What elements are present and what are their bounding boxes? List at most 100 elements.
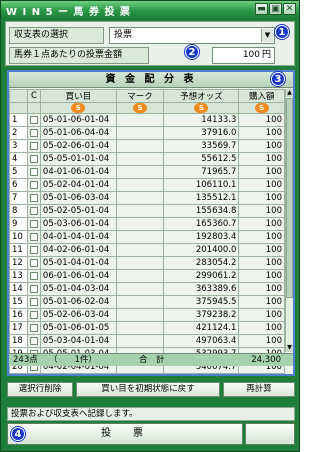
col-buy[interactable]: 買い目 [39, 89, 117, 103]
col-amount[interactable]: 購入額 [238, 89, 285, 103]
table-row[interactable]: 12 05-01-04-01-04 283054.2 100 [9, 256, 285, 270]
close-button[interactable]: ✕ [283, 3, 296, 15]
row-check[interactable] [26, 152, 41, 166]
table-row[interactable]: 11 04-02-06-01-04 201400.0 100 [9, 243, 285, 257]
row-check[interactable] [26, 321, 41, 335]
table-row[interactable]: 5 04-01-06-01-04 71965.7 100 [9, 165, 285, 179]
row-checkbox[interactable] [29, 167, 38, 176]
recalc-button[interactable]: 再計算 [223, 382, 295, 397]
row-check[interactable] [26, 295, 41, 309]
minimize-button[interactable]: ▬ [255, 3, 268, 15]
table-row[interactable]: 4 05-05-01-01-04 55612.5 100 [9, 152, 285, 166]
row-odds: 299061.2 [163, 269, 240, 283]
delete-rows-button[interactable]: 選択行削除 [7, 382, 73, 397]
row-amount[interactable]: 100 [238, 243, 285, 257]
sort-odds-button[interactable]: S [194, 103, 209, 113]
row-checkbox[interactable] [29, 141, 38, 150]
scroll-up-icon[interactable]: ▲ [286, 89, 293, 97]
row-checkbox[interactable] [29, 154, 38, 163]
sort-mark-button[interactable]: S [133, 103, 148, 113]
scroll-thumb[interactable] [286, 98, 293, 298]
row-amount[interactable]: 100 [238, 113, 285, 127]
row-amount[interactable]: 100 [238, 256, 285, 270]
row-check[interactable] [26, 243, 41, 257]
table-row[interactable]: 13 06-01-06-01-04 299061.2 100 [9, 269, 285, 283]
chevron-down-icon[interactable]: ▼ [261, 29, 273, 42]
row-checkbox[interactable] [29, 232, 38, 241]
col-odds[interactable]: 予想オッズ [163, 89, 240, 103]
row-checkbox[interactable] [29, 115, 38, 124]
vote-button[interactable]: 投 票 [7, 423, 243, 445]
row-check[interactable] [26, 308, 41, 322]
row-checkbox[interactable] [29, 271, 38, 280]
table-row[interactable]: 1 05-01-06-01-04 14133.3 100 [9, 113, 285, 127]
table-row[interactable]: 10 04-01-04-01-04 192803.4 100 [9, 230, 285, 244]
row-check[interactable] [26, 191, 41, 205]
row-checkbox[interactable] [29, 310, 38, 319]
row-amount[interactable]: 100 [238, 230, 285, 244]
status-message: 投票および収支表へ記録します。 [7, 407, 295, 421]
table-row[interactable]: 14 05-01-04-03-04 363389.6 100 [9, 282, 285, 296]
row-check[interactable] [26, 126, 41, 140]
row-checkbox[interactable] [29, 258, 38, 267]
table-row[interactable]: 8 05-02-05-01-04 155634.8 100 [9, 204, 285, 218]
row-amount[interactable]: 100 [238, 269, 285, 283]
scroll-down-icon[interactable]: ▼ [286, 344, 293, 352]
reset-buy-button[interactable]: 買い目を初期状態に戻す [76, 382, 220, 397]
row-check[interactable] [26, 230, 41, 244]
type-select[interactable]: 投票 ▼ [109, 27, 275, 44]
sort-amount-button[interactable]: S [254, 103, 269, 113]
row-checkbox[interactable] [29, 206, 38, 215]
row-check[interactable] [26, 113, 41, 127]
row-amount[interactable]: 100 [238, 321, 285, 335]
row-amount[interactable]: 100 [238, 204, 285, 218]
secondary-button[interactable] [245, 423, 295, 445]
row-amount[interactable]: 100 [238, 334, 285, 348]
row-checkbox[interactable] [29, 128, 38, 137]
row-checkbox[interactable] [29, 180, 38, 189]
table-row[interactable]: 15 05-01-06-02-04 375945.5 100 [9, 295, 285, 309]
maximize-button[interactable]: ▣ [269, 3, 282, 15]
row-amount[interactable]: 100 [238, 191, 285, 205]
table-row[interactable]: 3 05-02-06-01-04 33569.7 100 [9, 139, 285, 153]
table-row[interactable]: 9 05-03-06-01-04 165360.7 100 [9, 217, 285, 231]
col-mark[interactable]: マーク [115, 89, 165, 103]
table-row[interactable]: 18 05-03-04-01-04 497063.4 100 [9, 334, 285, 348]
table-row[interactable]: 2 05-01-06-04-04 37916.0 100 [9, 126, 285, 140]
grid-scrollbar[interactable]: ▲ ▼ [285, 89, 293, 352]
row-checkbox[interactable] [29, 323, 38, 332]
row-checkbox[interactable] [29, 336, 38, 345]
row-amount[interactable]: 100 [238, 139, 285, 153]
row-checkbox[interactable] [29, 219, 38, 228]
row-amount[interactable]: 100 [238, 282, 285, 296]
row-check[interactable] [26, 204, 41, 218]
row-check[interactable] [26, 139, 41, 153]
row-check[interactable] [26, 217, 41, 231]
row-amount[interactable]: 100 [238, 165, 285, 179]
row-check[interactable] [26, 269, 41, 283]
row-checkbox[interactable] [29, 284, 38, 293]
row-amount[interactable]: 100 [238, 217, 285, 231]
row-amount[interactable]: 100 [238, 178, 285, 192]
row-checkbox[interactable] [29, 193, 38, 202]
table-row[interactable]: 7 05-01-06-03-04 135512.1 100 [9, 191, 285, 205]
row-check[interactable] [26, 256, 41, 270]
row-check[interactable] [26, 282, 41, 296]
table-row[interactable]: 16 05-02-06-03-04 379238.2 100 [9, 308, 285, 322]
row-amount[interactable]: 100 [238, 126, 285, 140]
row-mark [115, 308, 165, 322]
row-amount[interactable]: 100 [238, 295, 285, 309]
row-amount[interactable]: 100 [238, 152, 285, 166]
sort-buy-button[interactable]: S [71, 103, 86, 113]
amount-input[interactable]: 100 円 [212, 47, 275, 64]
row-checkbox[interactable] [29, 297, 38, 306]
table-row[interactable]: 6 05-02-04-01-04 106110.1 100 [9, 178, 285, 192]
table-row[interactable]: 17 05-01-06-01-05 421124.1 100 [9, 321, 285, 335]
row-checkbox[interactable] [29, 245, 38, 254]
amount-value: 100 [242, 50, 260, 60]
row-check[interactable] [26, 178, 41, 192]
row-check[interactable] [26, 334, 41, 348]
row-amount[interactable]: 100 [238, 308, 285, 322]
grid-footer: 243点 （ 1件） 合 計 24,300 [9, 353, 293, 366]
row-check[interactable] [26, 165, 41, 179]
